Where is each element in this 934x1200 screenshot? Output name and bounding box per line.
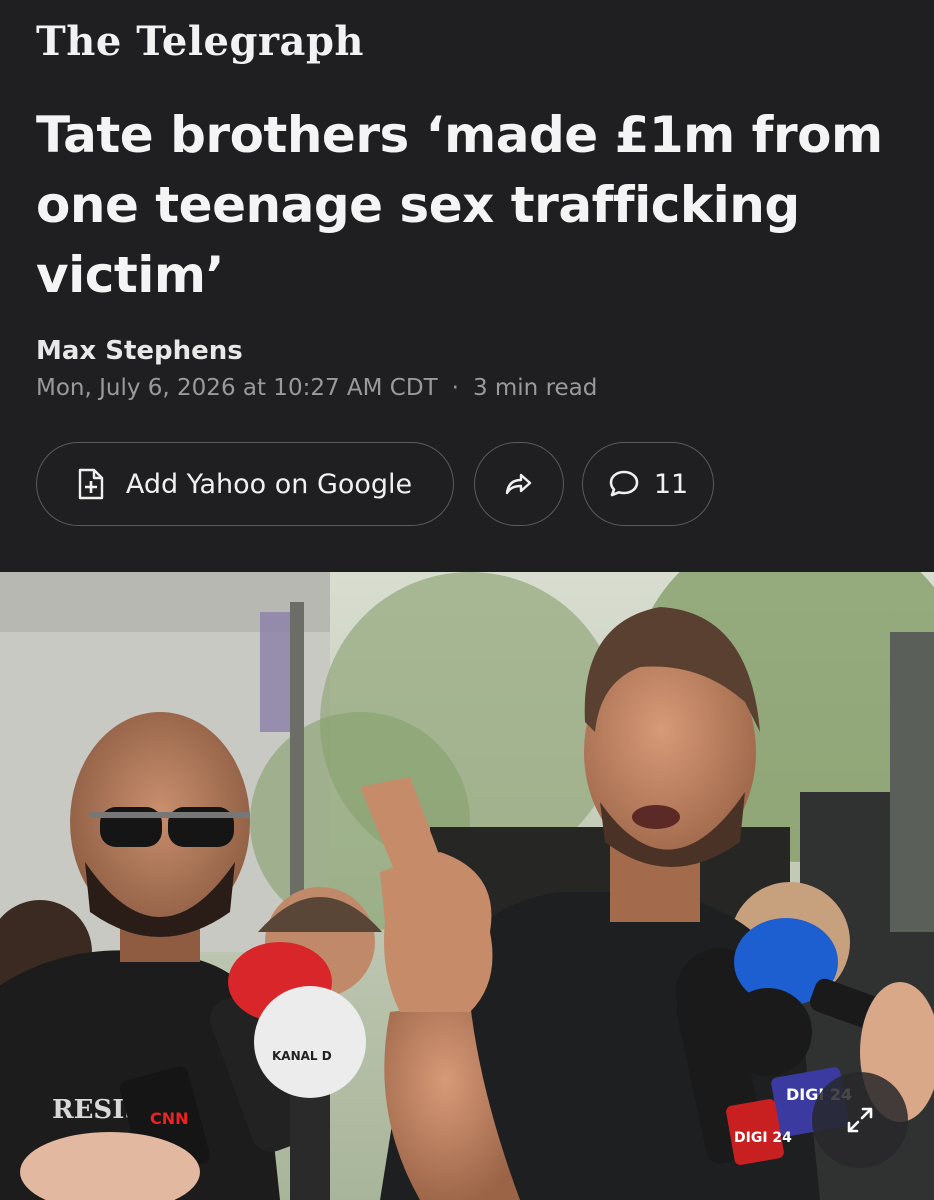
add-document-icon [78, 468, 104, 500]
article-headline: Tate brothers ‘made £1m from one teenage… [36, 106, 883, 304]
expand-arrows-icon [845, 1105, 875, 1135]
add-yahoo-on-google-button[interactable]: Add Yahoo on Google [36, 442, 454, 526]
mic-label-digi24-b: DIGI 24 [734, 1130, 792, 1146]
article-meta: Mon, July 6, 2026 at 10:27 AM CDT · 3 mi… [36, 375, 597, 401]
comment-count: 11 [653, 468, 689, 500]
article-hero-photo[interactable]: RESIST KANAL D CNN DIGI 24 DIGI 24 [0, 572, 934, 1200]
publish-timestamp: Mon, July 6, 2026 at 10:27 AM CDT [36, 375, 438, 401]
meta-separator: · [451, 375, 459, 401]
press-scene-illustration: RESIST KANAL D CNN DIGI 24 DIGI 24 [0, 572, 934, 1200]
add-google-label: Add Yahoo on Google [125, 468, 413, 500]
expand-image-button[interactable] [812, 1072, 908, 1168]
author-name[interactable]: Max Stephens [36, 336, 243, 366]
publication-masthead[interactable]: The Telegraph [36, 18, 364, 65]
comments-button[interactable]: 11 [582, 442, 714, 526]
read-time: 3 min read [472, 375, 598, 401]
share-arrow-icon [505, 472, 533, 496]
speech-bubble-icon [608, 469, 640, 499]
share-button[interactable] [474, 442, 564, 526]
mic-label-cnn: CNN [150, 1109, 189, 1128]
mic-label-kanal-d: KANAL D [272, 1049, 332, 1063]
